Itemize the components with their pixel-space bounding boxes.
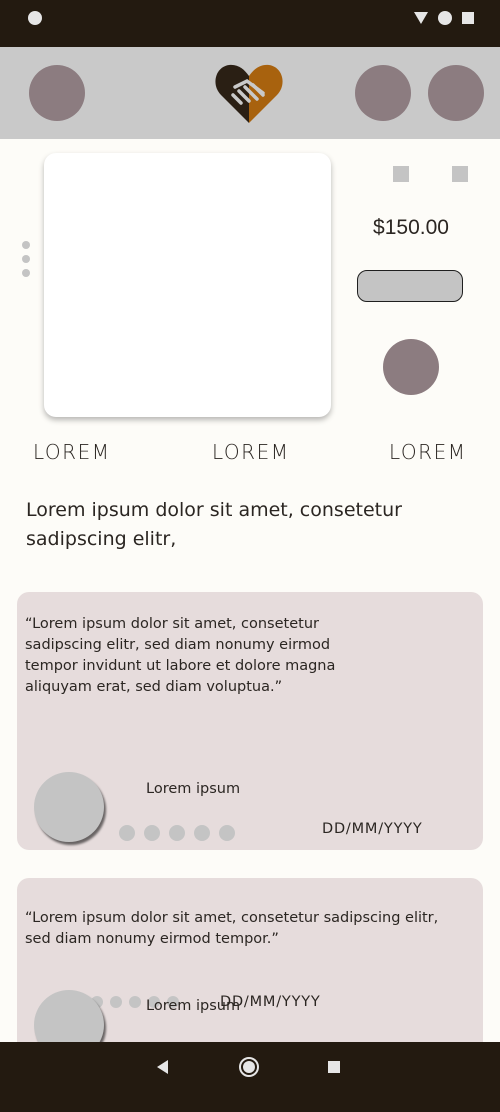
tab-3[interactable]: LOREM (389, 440, 466, 464)
buy-button[interactable] (357, 270, 463, 302)
review-quote: “Lorem ipsum dolor sit amet, consetetur … (25, 616, 336, 695)
search-button[interactable] (355, 65, 411, 121)
rating-star-icon (219, 825, 235, 841)
status-icons (414, 11, 474, 25)
recent-apps-icon[interactable] (328, 1061, 340, 1073)
tab-1[interactable]: LOREM (33, 440, 110, 464)
rating-star-icon (129, 996, 141, 1008)
share-icon[interactable] (393, 166, 409, 182)
rating-stars (119, 825, 235, 841)
more-options-icon[interactable] (22, 241, 30, 277)
avatar[interactable] (34, 772, 104, 842)
tab-2[interactable]: LOREM (212, 440, 289, 464)
reviewer-name: Lorem ipsum (146, 781, 241, 797)
review-date: DD/MM/YYYY (322, 821, 423, 837)
back-icon[interactable] (157, 1060, 168, 1074)
product-description: Lorem ipsum dolor sit amet, consetetur s… (26, 499, 402, 550)
rating-star-icon (144, 825, 160, 841)
rating-star-icon (194, 825, 210, 841)
product-image[interactable] (44, 153, 331, 417)
app-bar (0, 47, 500, 139)
status-bar (0, 0, 500, 47)
rating-star-icon (119, 825, 135, 841)
contact-button[interactable] (383, 339, 439, 395)
rating-star-icon (169, 825, 185, 841)
cart-button[interactable] (428, 65, 484, 121)
home-icon[interactable] (239, 1057, 259, 1077)
favorite-icon[interactable] (452, 166, 468, 182)
navigation-bar (0, 1042, 500, 1112)
notification-dot-icon (28, 11, 42, 25)
battery-icon (462, 12, 474, 24)
signal-icon (414, 12, 428, 24)
reviewer-name: Lorem ipsum (146, 998, 241, 1014)
rating-star-icon (110, 996, 122, 1008)
wifi-icon (438, 11, 452, 25)
review-quote: “Lorem ipsum dolor sit amet, consetetur … (25, 910, 439, 947)
product-price: $150.00 (373, 216, 449, 239)
review-card: “Lorem ipsum dolor sit amet, consetetur … (17, 592, 483, 850)
handshake-heart-icon[interactable] (213, 61, 285, 127)
menu-button[interactable] (29, 65, 85, 121)
